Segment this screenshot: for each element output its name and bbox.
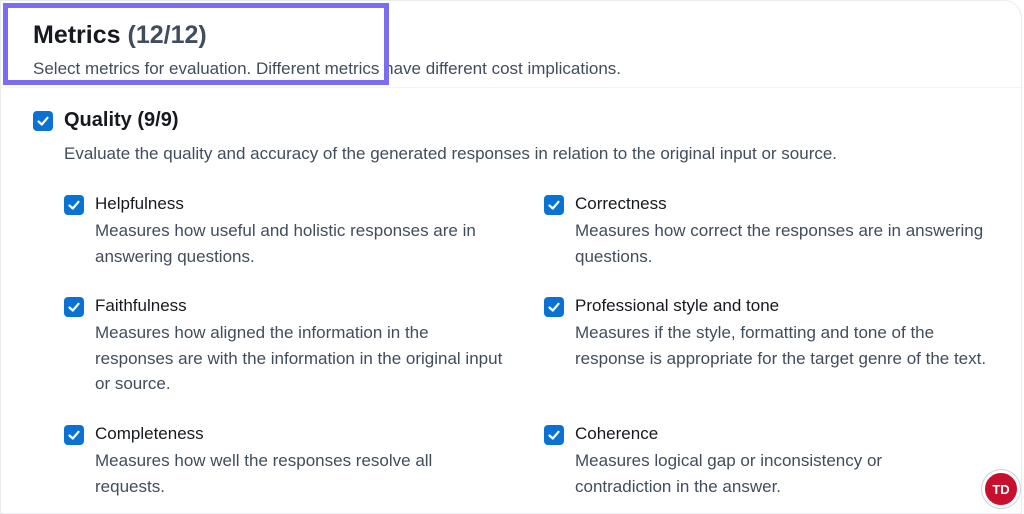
faithfulness-checkbox[interactable] bbox=[64, 297, 84, 317]
metric-description: Measures how correct the responses are i… bbox=[575, 221, 984, 266]
check-icon bbox=[37, 116, 49, 126]
quality-checkbox[interactable] bbox=[33, 111, 53, 131]
divider bbox=[1, 87, 1023, 88]
quality-group-description: Evaluate the quality and accuracy of the… bbox=[64, 144, 838, 163]
check-icon bbox=[68, 302, 80, 312]
metric-description: Measures how useful and holistic respons… bbox=[95, 221, 476, 266]
watermark-logo: TD bbox=[982, 470, 1020, 508]
metric-title: Correctness bbox=[575, 194, 667, 213]
check-icon bbox=[548, 302, 560, 312]
metric-title: Coherence bbox=[575, 424, 659, 443]
highlight-annotation-box bbox=[3, 3, 389, 85]
quality-group-title: Quality (9/9) bbox=[64, 109, 179, 131]
metric-description: Measures how aligned the information in … bbox=[95, 323, 503, 393]
metric-title: Completeness bbox=[95, 424, 204, 443]
metric-title: Helpfulness bbox=[95, 194, 184, 213]
metric-description: Measures if the style, formatting and to… bbox=[575, 323, 987, 368]
metric-description: Measures logical gap or inconsistency or… bbox=[575, 451, 883, 496]
metrics-panel: Metrics (12/12) Select metrics for evalu… bbox=[0, 0, 1023, 514]
metric-description: Measures how well the responses resolve … bbox=[95, 451, 433, 496]
completeness-checkbox[interactable] bbox=[64, 425, 84, 445]
check-icon bbox=[68, 430, 80, 440]
coherence-checkbox[interactable] bbox=[544, 425, 564, 445]
helpfulness-checkbox[interactable] bbox=[64, 195, 84, 215]
watermark-text: TD bbox=[992, 481, 1010, 497]
metric-title: Professional style and tone bbox=[575, 296, 780, 315]
check-icon bbox=[68, 200, 80, 210]
metric-title: Faithfulness bbox=[95, 296, 187, 315]
correctness-checkbox[interactable] bbox=[544, 195, 564, 215]
check-icon bbox=[548, 430, 560, 440]
professional-style-checkbox[interactable] bbox=[544, 297, 564, 317]
check-icon bbox=[548, 200, 560, 210]
